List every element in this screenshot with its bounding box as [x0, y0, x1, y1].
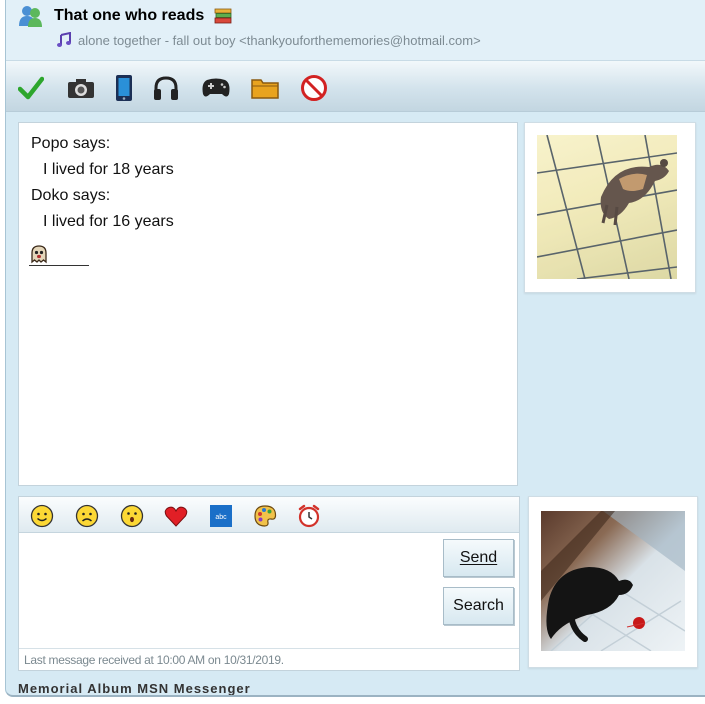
action-toolbar: [6, 60, 705, 112]
font-icon-text: abc: [215, 514, 227, 521]
heart-icon[interactable]: [164, 504, 188, 528]
last-message-status: Last message received at 10:00 AM on 10/…: [19, 648, 519, 672]
check-icon[interactable]: [16, 74, 46, 102]
smile-icon[interactable]: [30, 504, 54, 528]
phone-icon[interactable]: [109, 74, 139, 102]
send-button-label: Send: [459, 549, 498, 566]
search-button-label: Search: [453, 597, 504, 614]
compose-area: abc Send Search Last message received at…: [18, 496, 520, 671]
camera-icon[interactable]: [66, 74, 96, 102]
contacts-icon: [18, 5, 44, 27]
font-icon[interactable]: abc: [209, 504, 233, 528]
books-icon: [214, 8, 232, 24]
message-text: I lived for 16 years: [43, 213, 174, 230]
contact-display-picture[interactable]: [524, 122, 696, 293]
user-display-picture[interactable]: [528, 496, 698, 668]
gamepad-icon[interactable]: [201, 74, 231, 102]
ghost-icon: [29, 244, 49, 269]
message-text: I lived for 18 years: [43, 161, 174, 178]
block-icon[interactable]: [299, 74, 329, 102]
contact-name: That one who reads: [54, 7, 205, 24]
surprised-icon[interactable]: [120, 504, 144, 528]
personal-message: alone together - fall out boy <thankyouf…: [78, 33, 481, 48]
headphones-icon[interactable]: [151, 74, 181, 102]
send-button[interactable]: Send: [443, 539, 514, 577]
folder-icon[interactable]: [250, 74, 280, 102]
sad-icon[interactable]: [75, 504, 99, 528]
window-footer-label: Memorial Album MSN Messenger: [18, 681, 251, 696]
emoticon-link[interactable]: [29, 244, 89, 266]
music-note-icon: [56, 31, 72, 48]
conversation-history: Popo says: I lived for 18 years Doko say…: [18, 122, 518, 486]
palette-icon[interactable]: [253, 504, 277, 528]
alarm-clock-icon[interactable]: [297, 504, 321, 528]
emoticon-toolbar: abc: [19, 497, 519, 533]
messenger-window: That one who reads alone together - fall…: [5, 0, 705, 697]
search-button[interactable]: Search: [443, 587, 514, 625]
conversation-header: That one who reads alone together - fall…: [6, 0, 705, 60]
cat-photo-1: [537, 135, 677, 279]
cat-photo-2: [541, 511, 685, 651]
message-sender: Popo says:: [31, 135, 111, 152]
message-sender: Doko says:: [31, 187, 111, 204]
message-input[interactable]: [19, 533, 437, 648]
